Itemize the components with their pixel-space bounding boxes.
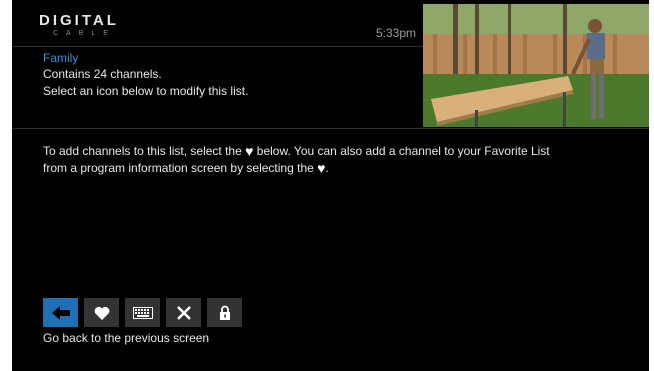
instruction-line-1: To add channels to this list, select the… (43, 143, 633, 159)
arrow-left-icon (51, 305, 70, 320)
instruction-text-2a: from a program information screen by sel… (43, 161, 314, 175)
channel-count: Contains 24 channels. (43, 67, 162, 81)
tv-screen: DIGITAL CABLE 5:33pm Family Contains 24 … (12, 0, 649, 371)
instruction-text-2b: . (325, 161, 329, 175)
close-icon (176, 305, 191, 320)
brand-name: DIGITAL (39, 12, 119, 29)
rename-button[interactable] (125, 298, 160, 327)
lock-list-button[interactable] (207, 298, 242, 327)
heart-icon (94, 306, 109, 320)
content-divider (12, 128, 649, 129)
header-divider (12, 46, 424, 47)
brand-sub: CABLE (53, 30, 116, 37)
add-favorite-button[interactable] (84, 298, 119, 327)
instruction-text-1a: To add channels to this list, select the (43, 144, 242, 158)
list-name: Family (43, 51, 79, 65)
lock-icon (219, 305, 230, 320)
instruction-text-1b: below. You can also add a channel to you… (256, 144, 550, 158)
instruction-line-2: from a program information screen by sel… (43, 160, 633, 176)
heart-icon: ♥ (245, 143, 254, 159)
back-button[interactable] (43, 298, 78, 327)
brand-logo: DIGITAL CABLE (39, 13, 139, 38)
delete-list-button[interactable] (166, 298, 201, 327)
action-toolbar (43, 298, 242, 327)
clock: 5:33pm (376, 26, 417, 40)
status-text: Go back to the previous screen (43, 331, 210, 345)
keyboard-icon (132, 306, 153, 319)
list-hint: Select an icon below to modify this list… (43, 84, 249, 98)
video-preview (423, 4, 649, 127)
